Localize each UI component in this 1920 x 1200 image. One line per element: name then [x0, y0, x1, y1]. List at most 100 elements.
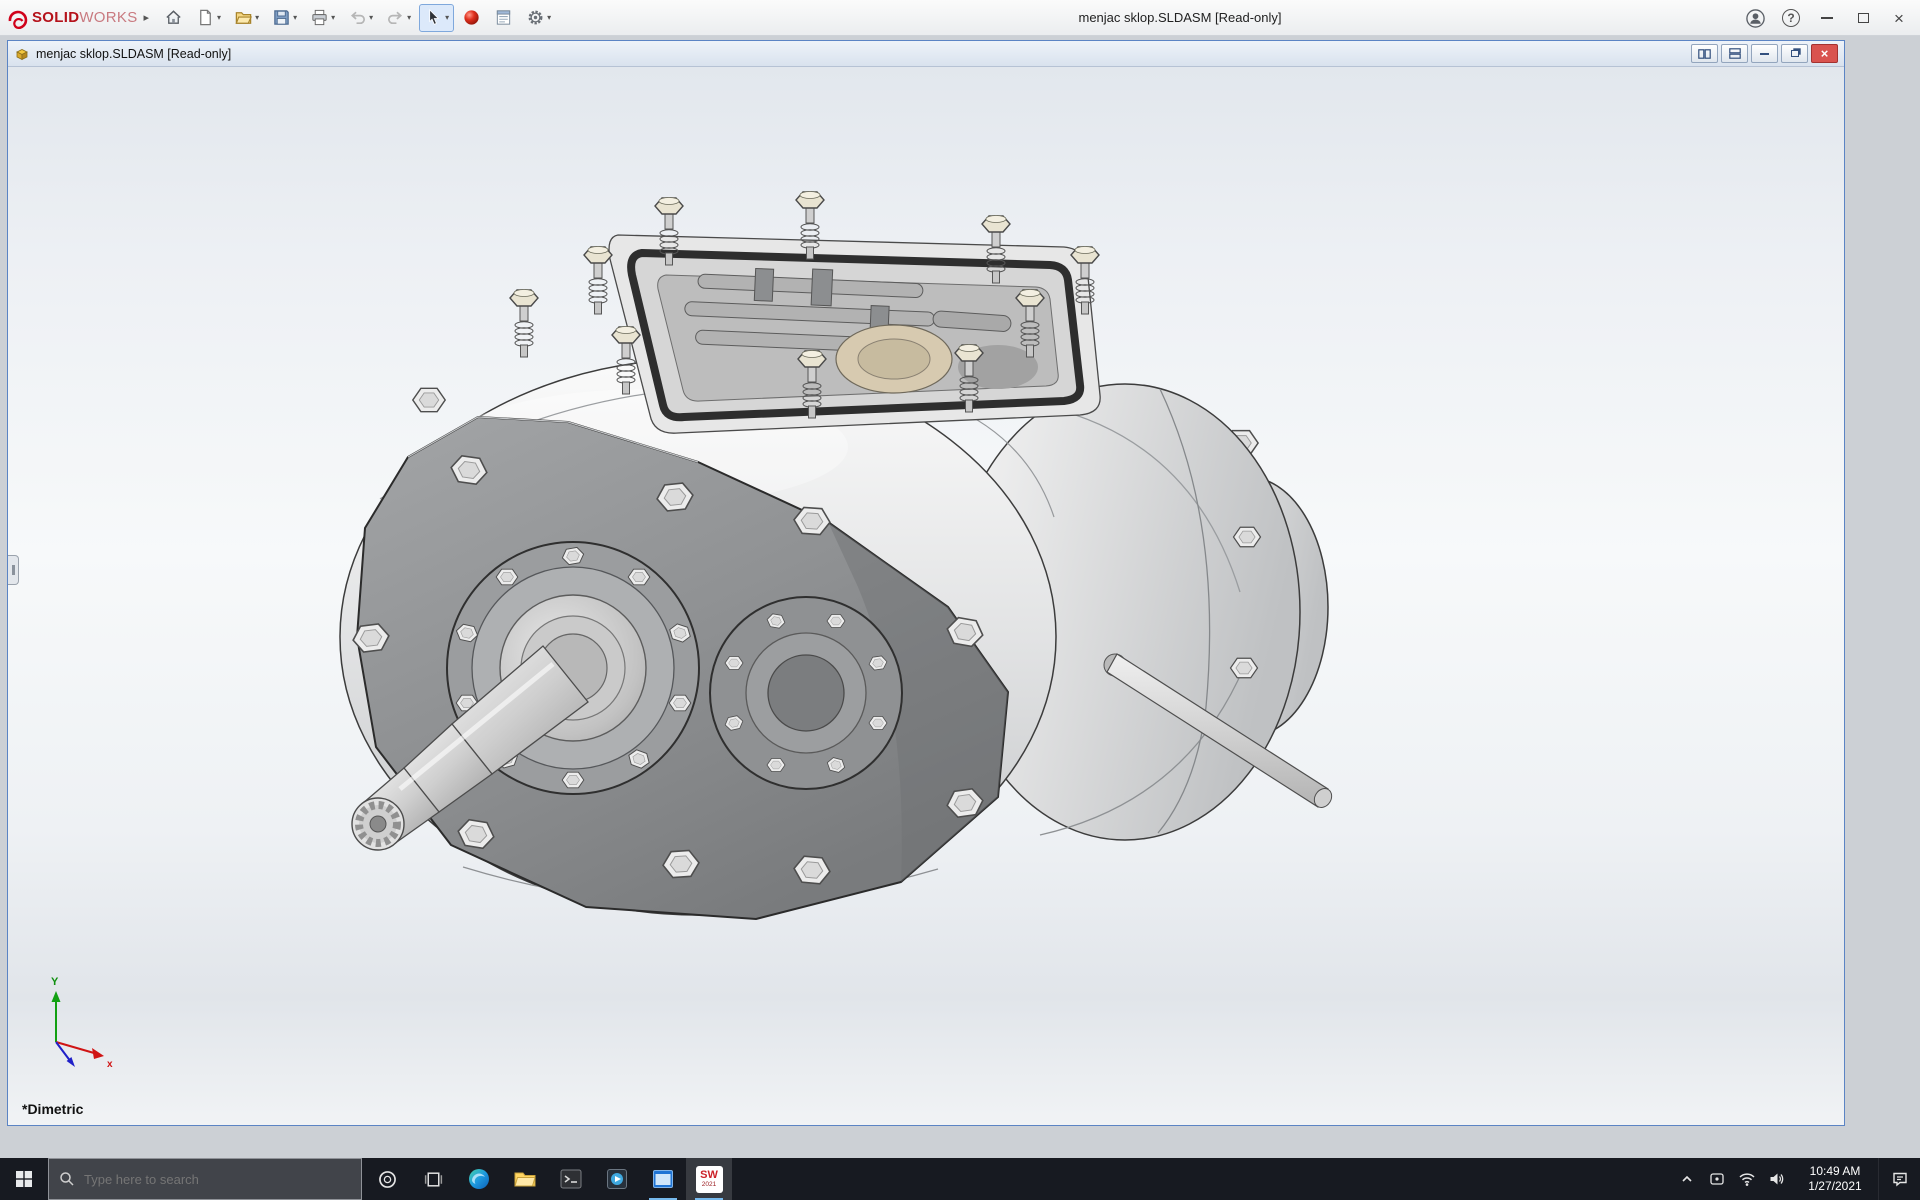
close-icon: ×	[1894, 10, 1904, 27]
chevron-up-icon	[1680, 1172, 1694, 1186]
app-titlebar: SOLIDWORKS ▸ ▾ ▾ ▾ ▾ ▾ ▾	[0, 0, 1920, 36]
dropdown-caret: ▾	[255, 13, 259, 22]
undo-button[interactable]: ▾	[343, 4, 378, 32]
maximize-button[interactable]	[1846, 3, 1880, 33]
select-button[interactable]: ▾	[419, 4, 454, 32]
edge-button[interactable]	[456, 1158, 502, 1200]
account-icon	[1745, 8, 1766, 29]
window-app-button[interactable]	[640, 1158, 686, 1200]
tile-vertical-button[interactable]	[1721, 44, 1748, 63]
ds-logo-icon	[6, 7, 28, 29]
toolbar-flyout-arrow[interactable]: ▸	[144, 11, 150, 24]
new-document-button[interactable]: ▾	[191, 4, 226, 32]
search-icon	[59, 1171, 75, 1187]
taskbar-clock[interactable]: 10:49 AM 1/27/2021	[1792, 1158, 1878, 1200]
dropdown-caret: ▾	[407, 13, 411, 22]
open-folder-icon	[234, 8, 253, 27]
task-view-button[interactable]	[410, 1158, 456, 1200]
new-document-icon	[196, 8, 215, 27]
maximize-icon	[1858, 13, 1869, 23]
solidworks-app-button[interactable]: SW 2021	[686, 1158, 732, 1200]
dropdown-caret: ▾	[293, 13, 297, 22]
volume-button[interactable]	[1762, 1158, 1792, 1200]
tile-horizontal-button[interactable]	[1691, 44, 1718, 63]
undo-icon	[348, 8, 367, 27]
brand-text: SOLIDWORKS	[32, 9, 138, 26]
properties-sheet-icon	[494, 8, 513, 27]
home-icon	[164, 8, 183, 27]
document-titlebar: menjac sklop.SLDASM [Read-only] ×	[8, 41, 1844, 67]
solidworks-logo: SOLIDWORKS	[6, 7, 138, 29]
3dexperience-sphere-icon	[462, 8, 481, 27]
dropdown-caret: ▾	[445, 13, 449, 22]
graphics-viewport[interactable]: Y x *Dimetric	[8, 67, 1844, 1125]
gearbox-assembly-model: Y x	[8, 67, 1844, 1125]
dropdown-caret: ▾	[217, 13, 221, 22]
tray-status-icon	[1709, 1171, 1725, 1187]
document-title: menjac sklop.SLDASM [Read-only]	[36, 47, 231, 61]
save-button[interactable]: ▾	[267, 4, 302, 32]
feature-tree-collapsed-handle[interactable]	[8, 555, 19, 585]
help-icon: ?	[1782, 9, 1800, 27]
minimize-button[interactable]	[1810, 3, 1844, 33]
handle-grip-icon	[12, 565, 15, 575]
terminal-app-button[interactable]	[548, 1158, 594, 1200]
triad-x-label: x	[107, 1059, 113, 1070]
hidden-icons-button[interactable]	[1672, 1158, 1702, 1200]
quick-access-toolbar: ▾ ▾ ▾ ▾ ▾ ▾ ▾	[159, 4, 556, 32]
tile-vertical-icon	[1729, 48, 1741, 59]
3dexperience-button[interactable]	[457, 4, 486, 32]
evaluate-button[interactable]	[489, 4, 518, 32]
assembly-document-icon	[14, 46, 30, 62]
print-icon	[310, 8, 329, 27]
secondary-flange	[710, 597, 902, 789]
document-restore-button[interactable]	[1781, 44, 1808, 63]
action-center-button[interactable]	[1878, 1158, 1920, 1200]
solidworks-icon-label: SW	[700, 1170, 718, 1181]
cortana-icon	[377, 1169, 398, 1190]
start-button[interactable]	[0, 1158, 48, 1200]
home-button[interactable]	[159, 4, 188, 32]
close-icon: ×	[1821, 46, 1829, 61]
account-button[interactable]	[1738, 3, 1772, 33]
document-window: menjac sklop.SLDASM [Read-only] ×	[7, 40, 1845, 1126]
solidworks-app-icon: SW 2021	[696, 1166, 723, 1193]
close-button[interactable]: ×	[1882, 3, 1916, 33]
app-window-controls: ? ×	[1738, 0, 1916, 36]
document-close-button[interactable]: ×	[1811, 44, 1838, 63]
clock-time: 10:49 AM	[1810, 1164, 1861, 1179]
dropdown-caret: ▾	[369, 13, 373, 22]
print-button[interactable]: ▾	[305, 4, 340, 32]
redo-button[interactable]: ▾	[381, 4, 416, 32]
orientation-triad: Y x	[51, 976, 113, 1070]
open-button[interactable]: ▾	[229, 4, 264, 32]
options-button[interactable]: ▾	[521, 4, 556, 32]
file-explorer-button[interactable]	[502, 1158, 548, 1200]
media-app-button[interactable]	[594, 1158, 640, 1200]
edge-icon	[467, 1167, 491, 1191]
document-window-controls: ×	[1691, 44, 1838, 63]
tile-horizontal-icon	[1698, 49, 1711, 59]
save-icon	[272, 8, 291, 27]
restore-icon	[1791, 50, 1799, 57]
app-window-title: menjac sklop.SLDASM [Read-only]	[940, 0, 1420, 36]
media-app-icon	[605, 1167, 629, 1191]
task-view-icon	[423, 1169, 444, 1190]
cortana-button[interactable]	[364, 1158, 410, 1200]
minimize-icon	[1821, 17, 1833, 19]
search-input[interactable]	[84, 1172, 351, 1187]
tray-status-button[interactable]	[1702, 1158, 1732, 1200]
taskbar-search[interactable]	[48, 1158, 362, 1200]
window-app-icon	[651, 1167, 675, 1191]
volume-icon	[1768, 1170, 1786, 1188]
network-wifi-icon	[1738, 1170, 1756, 1188]
dropdown-caret: ▾	[547, 13, 551, 22]
help-button[interactable]: ?	[1774, 3, 1808, 33]
dropdown-caret: ▾	[331, 13, 335, 22]
windows-taskbar: SW 2021 10:49 AM 1/27/2021	[0, 1158, 1920, 1200]
document-minimize-button[interactable]	[1751, 44, 1778, 63]
network-button[interactable]	[1732, 1158, 1762, 1200]
solidworks-icon-year: 2021	[702, 1182, 716, 1189]
system-tray: 10:49 AM 1/27/2021	[1672, 1158, 1920, 1200]
terminal-icon	[559, 1167, 583, 1191]
